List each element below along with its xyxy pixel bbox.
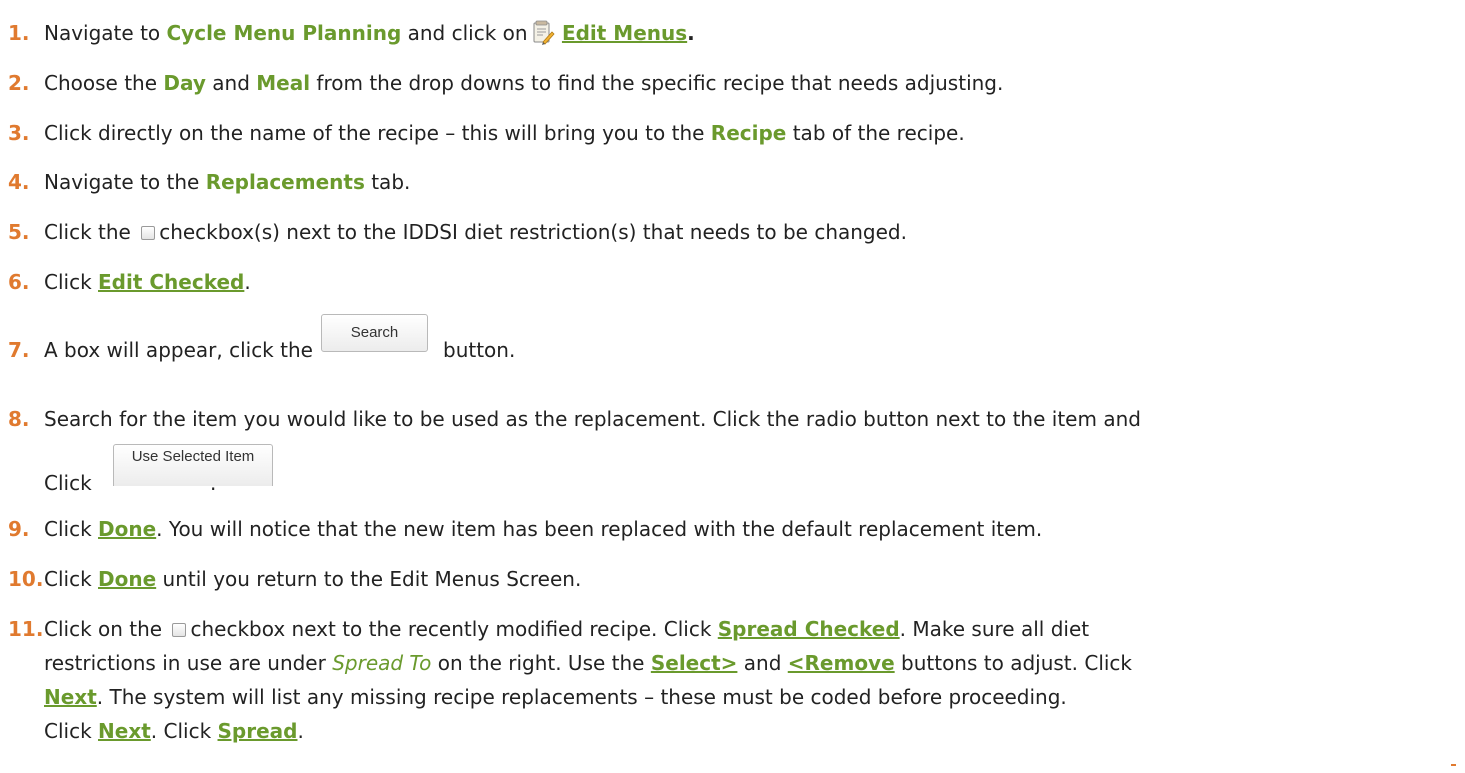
checkbox-icon [172, 623, 187, 637]
checkbox-icon [141, 226, 156, 240]
step-number: 11. [8, 617, 44, 641]
step-text-tail: button. [443, 338, 516, 362]
day-term: Day [163, 71, 206, 95]
step-number: 3. [8, 121, 30, 145]
step-text: Navigate to Cycle Menu Planning and clic… [44, 20, 695, 46]
search-button[interactable]: Search [321, 314, 428, 352]
step-text: Click on the checkbox next to the recent… [44, 617, 1090, 641]
step-number: 4. [8, 170, 30, 194]
step-number: 8. [8, 407, 30, 431]
step-number: 9. [8, 517, 30, 541]
done-link[interactable]: Done [98, 567, 156, 591]
edit-checked-link[interactable]: Edit Checked [98, 270, 244, 294]
step-text: Click Done. You will notice that the new… [44, 517, 1043, 541]
select-link[interactable]: Select> [651, 651, 738, 675]
step-number: 7. [8, 338, 30, 362]
step-text: Choose the Day and Meal from the drop do… [44, 71, 1004, 95]
step-number: 6. [8, 270, 30, 294]
step-text: A box will appear, click the [44, 338, 313, 362]
spread-checked-link[interactable]: Spread Checked [718, 617, 900, 641]
done-link[interactable]: Done [98, 517, 156, 541]
remove-link[interactable]: <Remove [788, 651, 895, 675]
step-text: Navigate to the Replacements tab. [44, 170, 411, 194]
step-text: Search for the item you would like to be… [44, 407, 1141, 431]
next-link[interactable]: Next [98, 719, 151, 743]
spread-to-term: Spread To [332, 651, 432, 675]
step-number: 2. [8, 71, 30, 95]
step-text: Click Edit Checked. [44, 270, 251, 294]
use-selected-item-button[interactable]: Use Selected Item [113, 444, 273, 486]
replacements-tab-term: Replacements [205, 170, 365, 194]
step-number: 5. [8, 220, 30, 244]
step-number: 10. [8, 567, 44, 591]
step-11-line-4: Click Next. Click Spread. [44, 719, 304, 743]
step-11-line-2: restrictions in use are under Spread To … [44, 651, 1133, 675]
step-number: 1. [8, 21, 30, 45]
step-11-line-3: Next. The system will list any missing r… [44, 685, 1067, 709]
meal-term: Meal [256, 71, 311, 95]
step-text: Click Done until you return to the Edit … [44, 567, 582, 591]
edit-menus-link[interactable]: Edit Menus [562, 21, 687, 45]
nav-cycle-menu-planning[interactable]: Cycle Menu Planning [167, 21, 402, 45]
spread-link[interactable]: Spread [218, 719, 298, 743]
step-text: Click the checkbox(s) next to the IDDSI … [44, 220, 907, 244]
step-text: Click directly on the name of the recipe… [44, 121, 965, 145]
margin-mark [1451, 764, 1456, 766]
edit-menus-icon [530, 20, 556, 46]
next-link[interactable]: Next [44, 685, 97, 709]
recipe-tab-term: Recipe [710, 121, 787, 145]
